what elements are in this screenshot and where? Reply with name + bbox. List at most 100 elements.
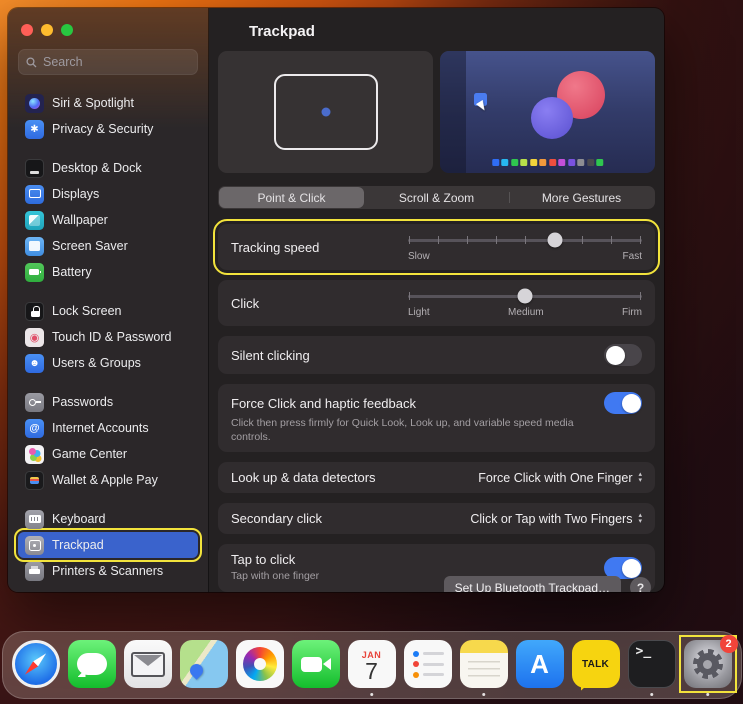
slider-min-label: Slow — [408, 251, 430, 263]
tab-point-and-click[interactable]: Point & Click — [219, 187, 364, 209]
minimize-button[interactable] — [41, 24, 53, 36]
window-controls — [18, 8, 198, 36]
sidebar-item-lock-screen[interactable]: Lock Screen — [18, 298, 198, 324]
talk-label: TALK — [581, 658, 610, 670]
dock-item-calendar[interactable]: JAN 7 — [347, 639, 397, 696]
touch-id-icon — [25, 327, 44, 347]
app-store-letter: A — [530, 648, 549, 679]
sidebar-item-users-groups[interactable]: Users & Groups — [18, 350, 198, 376]
toggle-knob — [605, 345, 625, 365]
sidebar-group: Desktop & Dock Displays Wallpaper Screen… — [18, 155, 198, 285]
close-button[interactable] — [21, 24, 33, 36]
palette-swatch — [510, 159, 518, 167]
photos-icon — [235, 640, 284, 688]
sidebar-item-siri-spotlight[interactable]: Siri & Spotlight — [18, 90, 198, 116]
notes-icon — [459, 640, 508, 688]
secondary-click-dropdown[interactable]: Click or Tap with Two Fingers — [470, 512, 642, 526]
passwords-icon — [25, 392, 44, 412]
sidebar-item-label: Battery — [52, 265, 92, 279]
sidebar-item-internet-accounts[interactable]: Internet Accounts — [18, 415, 198, 441]
dock-item-mail[interactable] — [123, 639, 173, 689]
look-up-dropdown[interactable]: Force Click with One Finger — [478, 471, 642, 485]
dock-item-reminders[interactable] — [403, 639, 453, 689]
sidebar-item-battery[interactable]: Battery — [18, 259, 198, 285]
running-indicator — [705, 692, 710, 696]
sidebar-item-game-center[interactable]: Game Center — [18, 441, 198, 467]
sidebar-item-displays[interactable]: Displays — [18, 181, 198, 207]
sidebar-item-wallpaper[interactable]: Wallpaper — [18, 207, 198, 233]
chevron-up-down-icon — [638, 472, 642, 483]
sidebar-item-desktop-dock[interactable]: Desktop & Dock — [18, 155, 198, 181]
compass-needle — [22, 651, 48, 677]
tracking-speed-slider[interactable] — [408, 232, 642, 248]
dock-item-maps[interactable] — [179, 639, 229, 689]
sidebar-item-printers-scanners[interactable]: Printers & Scanners — [18, 558, 198, 584]
running-indicator — [481, 692, 486, 696]
system-settings-icon: 2 — [683, 635, 738, 688]
preview-sidebar-strip — [440, 51, 466, 174]
previews — [218, 51, 655, 174]
palette-swatch — [548, 159, 556, 167]
sidebar-item-label: Wallpaper — [52, 213, 108, 227]
search-field[interactable] — [18, 49, 198, 75]
palette-swatch — [586, 159, 594, 167]
displays-icon — [25, 184, 44, 204]
search-input[interactable] — [43, 55, 190, 69]
terminal-icon: >_ — [627, 640, 676, 688]
dock-item-app-store[interactable]: A — [515, 639, 565, 689]
dock-item-safari[interactable] — [11, 639, 61, 689]
tracking-speed-row: Tracking speed Slow Fast — [213, 219, 660, 276]
internet-accounts-icon — [25, 418, 44, 438]
sidebar-item-privacy-security[interactable]: Privacy & Security — [18, 116, 198, 142]
chevron-up-down-icon — [638, 513, 642, 524]
click-slider-thumb[interactable] — [517, 288, 533, 304]
silent-clicking-toggle[interactable] — [604, 344, 642, 367]
help-button[interactable]: ? — [630, 577, 651, 592]
talk-icon: TALK — [571, 640, 620, 688]
dock-item-messages[interactable] — [67, 639, 117, 689]
dock-item-terminal[interactable]: >_ — [627, 639, 677, 696]
sidebar-item-wallet[interactable]: Wallet & Apple Pay — [18, 467, 198, 493]
set-up-bluetooth-trackpad-button[interactable]: Set Up Bluetooth Trackpad… — [443, 576, 621, 592]
palette-swatch — [567, 159, 575, 167]
cursor-icon — [475, 99, 491, 117]
messages-icon — [67, 640, 116, 688]
sidebar: Siri & Spotlight Privacy & Security Desk… — [8, 8, 209, 592]
tracking-speed-slider-thumb[interactable] — [547, 232, 563, 248]
dock-item-settings[interactable]: 2 — [678, 635, 738, 696]
sidebar-item-keyboard[interactable]: Keyboard — [18, 506, 198, 532]
sidebar-item-touch-id[interactable]: Touch ID & Password — [18, 324, 198, 350]
dock-item-notes[interactable] — [459, 639, 509, 696]
mail-icon — [123, 640, 172, 688]
terminal-prompt-glyph: >_ — [635, 644, 652, 659]
app-store-icon: A — [515, 640, 564, 688]
click-row: Click Light Medium Firm — [218, 280, 655, 327]
dock-item-photos[interactable] — [235, 639, 285, 689]
running-indicator — [369, 692, 374, 696]
sidebar-item-trackpad[interactable]: Trackpad — [14, 528, 202, 562]
sidebar-item-passwords[interactable]: Passwords — [18, 389, 198, 415]
dock-item-facetime[interactable] — [291, 639, 341, 689]
gesture-video-preview — [440, 51, 655, 174]
zoom-button[interactable] — [61, 24, 73, 36]
preview-purple-circle — [531, 97, 573, 139]
sidebar-item-label: Printers & Scanners — [52, 564, 164, 578]
trackpad-illustration — [218, 51, 433, 174]
trackpad-icon — [25, 535, 44, 555]
trackpad-settings-panel: Trackpad Point & Click Scroll & Zoom Mor… — [209, 8, 664, 592]
reminders-icon — [403, 640, 452, 688]
sidebar-item-label: Keyboard — [52, 512, 106, 526]
click-slider[interactable] — [408, 288, 642, 304]
tab-more-gestures[interactable]: More Gestures — [509, 187, 654, 208]
printers-icon — [25, 561, 44, 581]
panel-footer: Set Up Bluetooth Trackpad… ? — [443, 576, 651, 592]
palette-swatch — [539, 159, 547, 167]
look-up-label: Look up & data detectors — [231, 470, 376, 486]
tab-scroll-and-zoom[interactable]: Scroll & Zoom — [364, 187, 509, 208]
desktop-dock-icon — [25, 158, 44, 178]
dock-item-talk[interactable]: TALK — [571, 639, 621, 689]
force-click-toggle[interactable] — [604, 392, 642, 415]
look-up-value: Force Click with One Finger — [478, 470, 633, 485]
sidebar-group: Passwords Internet Accounts Game Center … — [18, 389, 198, 493]
sidebar-item-screen-saver[interactable]: Screen Saver — [18, 233, 198, 259]
